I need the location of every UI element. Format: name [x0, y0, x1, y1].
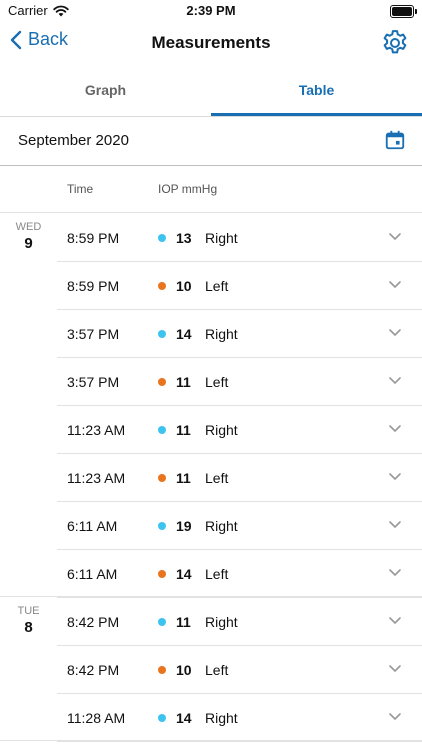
chevron-down-icon[interactable] [388, 472, 402, 482]
iop-value: 14 [176, 710, 192, 726]
eye-side: Left [205, 566, 229, 582]
table-row[interactable]: 6:11 AM 19 Right [57, 501, 422, 550]
eye-side: Left [205, 374, 229, 390]
iop-value: 11 [176, 614, 191, 630]
chevron-down-icon[interactable] [388, 280, 402, 290]
iop-value: 14 [176, 566, 192, 582]
chevron-down-icon[interactable] [388, 568, 402, 578]
day-of-week: TUE [17, 605, 40, 617]
iop-value: 11 [176, 422, 191, 438]
calendar-icon[interactable] [384, 129, 406, 151]
eye-indicator-dot [158, 714, 166, 722]
eye-indicator-dot [158, 618, 166, 626]
eye-indicator-dot [158, 666, 166, 674]
eye-indicator-dot [158, 474, 166, 482]
eye-indicator-dot [158, 234, 166, 242]
iop-value: 11 [176, 374, 191, 390]
table-row[interactable]: 3:57 PM 14 Right [57, 309, 422, 358]
chevron-down-icon[interactable] [388, 328, 402, 338]
battery-icon [390, 5, 417, 18]
day-label: WED 9 [0, 221, 57, 252]
eye-side: Right [205, 326, 238, 342]
day-number: 9 [24, 235, 33, 252]
column-header-iop: IOP mmHg [158, 182, 218, 196]
table-row[interactable]: 11:23 AM 11 Right [57, 405, 422, 454]
eye-side: Right [205, 710, 238, 726]
day-separator [0, 740, 422, 741]
measurement-time: 11:28 AM [67, 710, 126, 726]
tab-table[interactable]: Table [211, 66, 422, 116]
chevron-down-icon[interactable] [388, 664, 402, 674]
eye-side: Right [205, 230, 238, 246]
eye-side: Right [205, 518, 238, 534]
view-tabs: Graph Table [0, 66, 422, 117]
column-header-time: Time [67, 182, 94, 196]
table-row[interactable]: 11:28 AM 14 Right [57, 693, 422, 742]
iop-value: 11 [176, 470, 191, 486]
page-title: Measurements [151, 33, 271, 52]
iop-value: 10 [176, 662, 192, 678]
eye-indicator-dot [158, 426, 166, 434]
day-number: 8 [24, 619, 33, 636]
iop-value: 10 [176, 278, 192, 294]
chevron-down-icon[interactable] [388, 232, 402, 242]
table-row[interactable]: 6:11 AM 14 Left [57, 549, 422, 598]
eye-indicator-dot [158, 378, 166, 386]
eye-indicator-dot [158, 570, 166, 578]
eye-side: Right [205, 422, 238, 438]
table-row[interactable]: 11:23 AM 11 Left [57, 453, 422, 502]
status-bar: Carrier 2:39 PM [0, 0, 422, 22]
table-row[interactable]: 8:59 PM 13 Right [57, 213, 422, 262]
eye-indicator-dot [158, 330, 166, 338]
measurement-time: 8:59 PM [67, 278, 120, 294]
measurement-time: 11:23 AM [67, 470, 126, 486]
table-row[interactable]: 8:59 PM 10 Left [57, 261, 422, 310]
eye-indicator-dot [158, 522, 166, 530]
table-row[interactable]: 8:42 PM 10 Left [57, 645, 422, 694]
measurement-time: 6:11 AM [67, 518, 118, 534]
iop-value: 19 [176, 518, 192, 534]
status-time: 2:39 PM [186, 3, 236, 18]
measurement-time: 8:59 PM [67, 230, 120, 246]
table-row[interactable]: 3:57 PM 11 Left [57, 357, 422, 406]
iop-value: 13 [176, 230, 192, 246]
day-of-week: WED [15, 221, 42, 233]
measurement-time: 8:42 PM [67, 662, 120, 678]
chevron-down-icon[interactable] [388, 616, 402, 626]
day-label: TUE 8 [0, 605, 57, 636]
eye-side: Left [205, 470, 229, 486]
measurement-time: 11:23 AM [67, 422, 126, 438]
table-row[interactable]: 8:42 PM 11 Right [57, 597, 422, 646]
measurement-time: 6:11 AM [67, 566, 118, 582]
eye-side: Right [205, 614, 238, 630]
chevron-down-icon[interactable] [388, 424, 402, 434]
measurement-time: 3:57 PM [67, 374, 120, 390]
iop-value: 14 [176, 326, 192, 342]
tab-graph[interactable]: Graph [0, 66, 211, 114]
chevron-down-icon[interactable] [388, 376, 402, 386]
month-selector: September 2020 [0, 117, 422, 166]
table-header: Time IOP mmHg [0, 166, 422, 213]
measurement-time: 3:57 PM [67, 326, 120, 342]
eye-indicator-dot [158, 282, 166, 290]
chevron-down-icon[interactable] [388, 712, 402, 722]
gear-icon[interactable] [380, 28, 410, 58]
month-label: September 2020 [18, 132, 129, 149]
chevron-down-icon[interactable] [388, 520, 402, 530]
eye-side: Left [205, 278, 229, 294]
eye-side: Left [205, 662, 229, 678]
navigation-bar: Back Measurements [0, 22, 422, 66]
measurement-time: 8:42 PM [67, 614, 120, 630]
